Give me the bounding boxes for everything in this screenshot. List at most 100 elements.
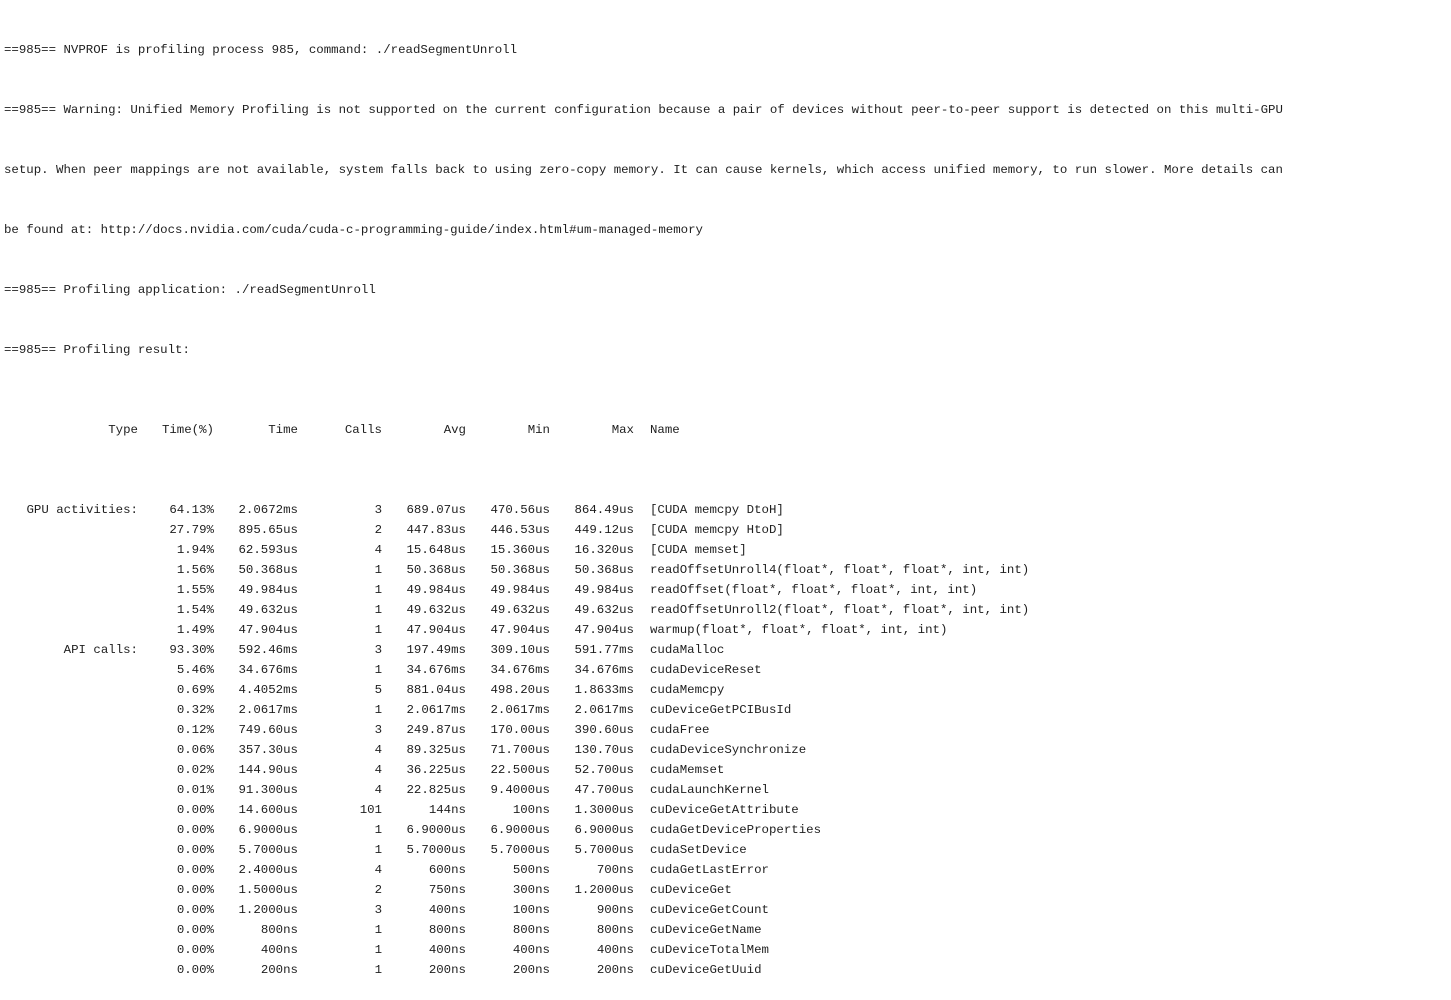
cell-min: 470.56us xyxy=(490,503,551,517)
cell-time-percent: 0.01% xyxy=(176,783,214,797)
table-row: 0.69% 4.4052ms 5 881.04us 498.20us 1.8633ms cu… xyxy=(4,680,1450,700)
cell-max: 591.77ms xyxy=(574,643,635,657)
table-row: 0.06% 357.30us 4 89.325us 71.700us 130.70us cu… xyxy=(4,740,1450,760)
terminal-output: ==985== NVPROF is profiling process 985,… xyxy=(4,0,1450,1000)
table-row: 1.55% 49.984us 1 49.984us 49.984us 49.984us re… xyxy=(4,580,1450,600)
cell-min: 400ns xyxy=(512,943,550,957)
cell-calls: 2 xyxy=(374,883,382,897)
cell-min: 800ns xyxy=(512,923,550,937)
cell-name: cuDeviceGetPCIBusId xyxy=(650,703,792,717)
cell-name: readOffsetUnroll2(float*, float*, float*… xyxy=(650,603,1030,617)
cell-name: cuDeviceGetAttribute xyxy=(650,803,799,817)
cell-calls: 3 xyxy=(374,723,382,737)
cell-max: 130.70us xyxy=(574,743,635,757)
table-row: 5.46% 34.676ms 1 34.676ms 34.676ms 34.676ms cu… xyxy=(4,660,1450,680)
cell-time-percent: 0.06% xyxy=(176,743,214,757)
cell-time-percent: 27.79% xyxy=(169,523,214,537)
cell-name: cudaMemcpy xyxy=(650,683,725,697)
table-row: 0.01% 91.300us 4 22.825us 9.4000us 47.700us cu… xyxy=(4,780,1450,800)
profiling-table-body: GPU activities: 64.13% 2.0672ms 3 689.07us 47… xyxy=(4,500,1450,980)
table-row: 0.00% 2.4000us 4 600ns 500ns 700ns cudaGetLast… xyxy=(4,860,1450,880)
cell-avg: 144ns xyxy=(428,803,466,817)
cell-name: cudaGetLastError xyxy=(650,863,769,877)
cell-max: 49.984us xyxy=(574,583,635,597)
cell-calls: 4 xyxy=(374,863,382,877)
cell-name: readOffsetUnroll4(float*, float*, float*… xyxy=(650,563,1030,577)
cell-max: 2.0617ms xyxy=(574,703,635,717)
cell-max: 47.904us xyxy=(574,623,635,637)
cell-min: 500ns xyxy=(512,863,550,877)
cell-max: 49.632us xyxy=(574,603,635,617)
cell-calls: 1 xyxy=(374,963,382,977)
header-time-percent: Time(%) xyxy=(161,423,214,437)
console-line: ==985== Profiling result: xyxy=(4,343,190,357)
cell-calls: 5 xyxy=(374,683,382,697)
cell-calls: 101 xyxy=(359,803,382,817)
header-avg: Avg xyxy=(443,423,466,437)
table-row: 0.00% 800ns 1 800ns 800ns 800ns cuDeviceGetNam… xyxy=(4,920,1450,940)
cell-time: 400ns xyxy=(260,943,298,957)
cell-calls: 4 xyxy=(374,743,382,757)
cell-name: cudaGetDeviceProperties xyxy=(650,823,822,837)
cell-min: 200ns xyxy=(512,963,550,977)
cell-calls: 4 xyxy=(374,763,382,777)
cell-max: 800ns xyxy=(596,923,634,937)
cell-time-percent: 0.12% xyxy=(176,723,214,737)
cell-min: 100ns xyxy=(512,903,550,917)
cell-time-percent: 0.02% xyxy=(176,763,214,777)
cell-avg: 5.7000us xyxy=(406,843,467,857)
table-header-row: Type Time(%) Time Calls Avg Min Max Name xyxy=(4,420,1450,440)
cell-avg: 689.07us xyxy=(406,503,467,517)
cell-type: API calls: xyxy=(63,643,138,657)
console-line: ==985== NVPROF is profiling process 985,… xyxy=(4,43,518,57)
cell-max: 5.7000us xyxy=(574,843,635,857)
table-row: 0.32% 2.0617ms 1 2.0617ms 2.0617ms 2.0617ms cu… xyxy=(4,700,1450,720)
cell-max: 400ns xyxy=(596,943,634,957)
cell-calls: 1 xyxy=(374,843,382,857)
header-type: Type xyxy=(108,423,138,437)
cell-time: 749.60us xyxy=(238,723,299,737)
table-row: 1.54% 49.632us 1 49.632us 49.632us 49.632us re… xyxy=(4,600,1450,620)
cell-avg: 15.648us xyxy=(406,543,467,557)
cell-min: 170.00us xyxy=(490,723,551,737)
cell-avg: 50.368us xyxy=(406,563,467,577)
cell-min: 15.360us xyxy=(490,543,551,557)
cell-time-percent: 1.54% xyxy=(176,603,214,617)
cell-name: cudaFree xyxy=(650,723,710,737)
table-row: GPU activities: 64.13% 2.0672ms 3 689.07us 47… xyxy=(4,500,1450,520)
cell-type: GPU activities: xyxy=(26,503,138,517)
cell-time-percent: 5.46% xyxy=(176,663,214,677)
cell-max: 16.320us xyxy=(574,543,635,557)
cell-name: cuDeviceGetUuid xyxy=(650,963,762,977)
cell-time-percent: 1.56% xyxy=(176,563,214,577)
cell-time: 144.90us xyxy=(238,763,299,777)
cell-calls: 2 xyxy=(374,523,382,537)
cell-min: 100ns xyxy=(512,803,550,817)
header-max: Max xyxy=(611,423,634,437)
cell-max: 34.676ms xyxy=(574,663,635,677)
table-row: 0.00% 200ns 1 200ns 200ns 200ns cuDeviceGetUui… xyxy=(4,960,1450,980)
cell-max: 52.700us xyxy=(574,763,635,777)
console-line: ==985== Profiling application: ./readSeg… xyxy=(4,283,376,297)
cell-avg: 6.9000us xyxy=(406,823,467,837)
console-line: be found at: http://docs.nvidia.com/cuda… xyxy=(4,223,703,237)
cell-max: 200ns xyxy=(596,963,634,977)
cell-min: 2.0617ms xyxy=(490,703,551,717)
cell-min: 22.500us xyxy=(490,763,551,777)
cell-time: 1.2000us xyxy=(238,903,299,917)
cell-max: 390.60us xyxy=(574,723,635,737)
header-time: Time xyxy=(268,423,298,437)
cell-max: 900ns xyxy=(596,903,634,917)
cell-avg: 34.676ms xyxy=(406,663,467,677)
cell-avg: 400ns xyxy=(428,903,466,917)
cell-time-percent: 0.00% xyxy=(176,883,214,897)
table-row: 0.00% 14.600us 101 144ns 100ns 1.3000us cuDevi… xyxy=(4,800,1450,820)
cell-name: cudaSetDevice xyxy=(650,843,747,857)
cell-name: readOffset(float*, float*, float*, int, … xyxy=(650,583,978,597)
cell-calls: 1 xyxy=(374,583,382,597)
cell-calls: 4 xyxy=(374,783,382,797)
cell-name: cudaDeviceSynchronize xyxy=(650,743,807,757)
cell-time: 62.593us xyxy=(238,543,299,557)
cell-name: cuDeviceGetName xyxy=(650,923,762,937)
cell-name: [CUDA memcpy HtoD] xyxy=(650,523,784,537)
